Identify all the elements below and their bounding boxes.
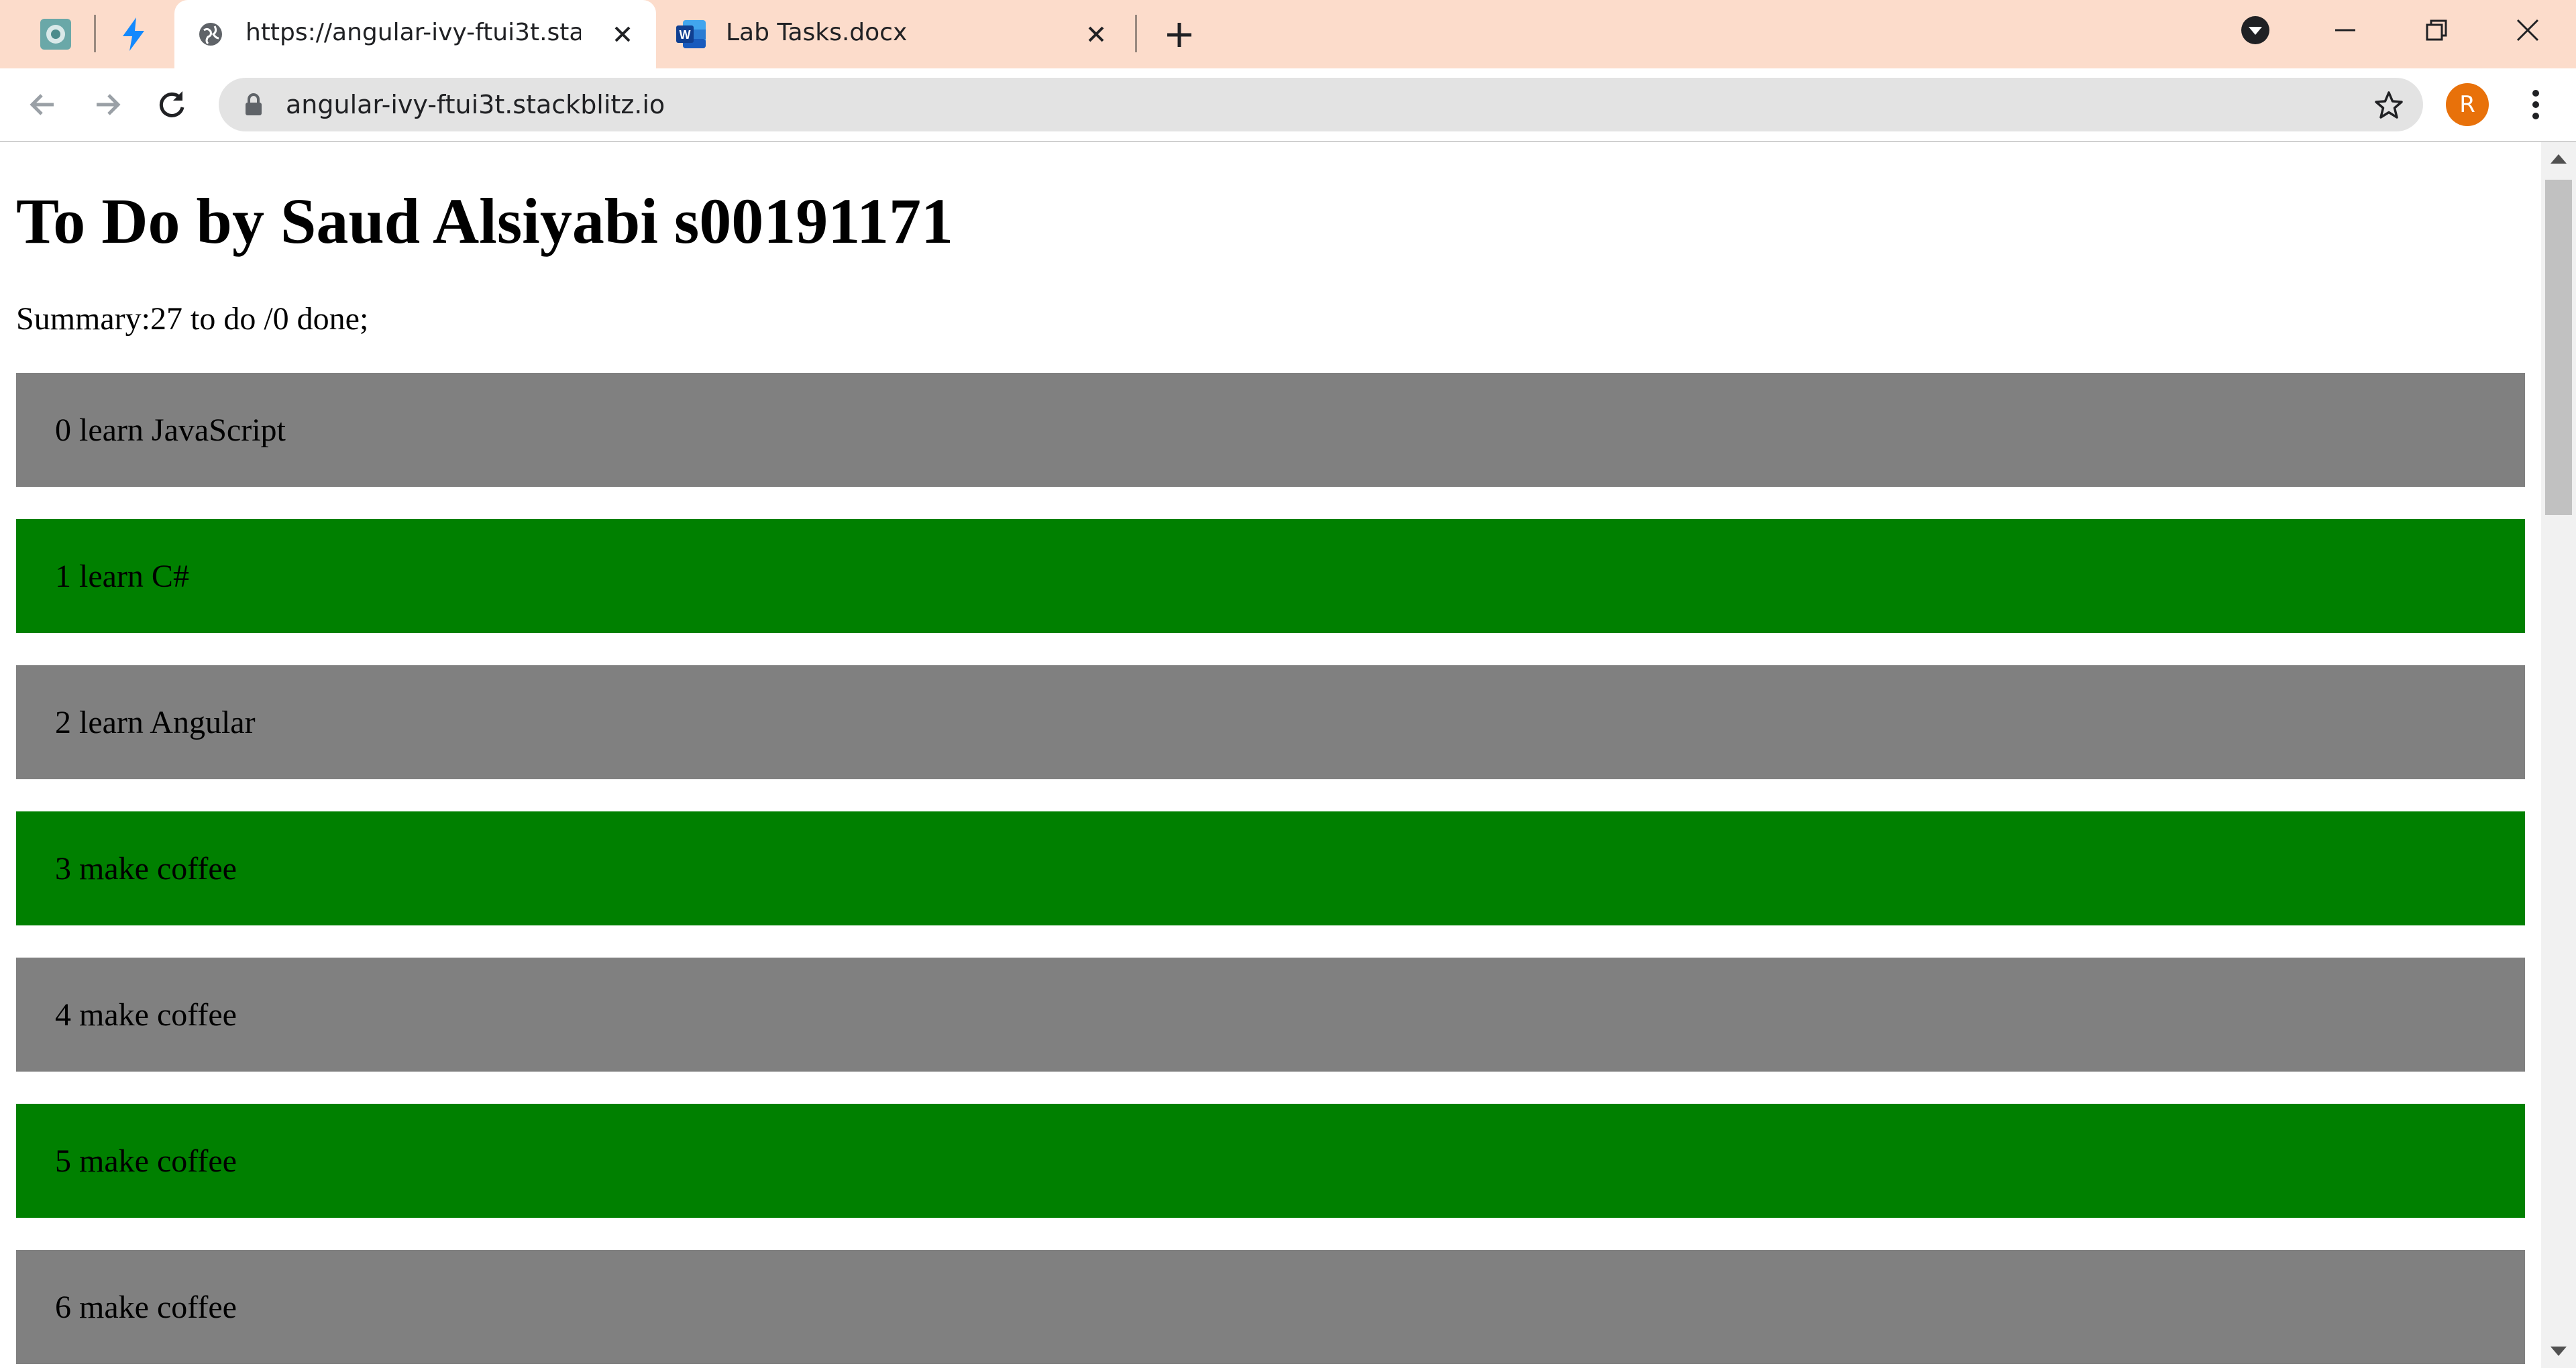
stackblitz-bolt-icon: [123, 17, 144, 51]
plus-icon: [1167, 23, 1191, 47]
tab-separator: [1135, 15, 1137, 52]
minimize-icon: [2335, 29, 2355, 32]
scroll-down-arrow-icon[interactable]: [2551, 1347, 2567, 1356]
svg-text:W: W: [680, 28, 691, 42]
tab-title: https://angular-ivy-ftui3t.stackblitz.io: [246, 19, 581, 46]
todo-item[interactable]: 6 make coffee: [16, 1250, 2525, 1364]
close-window-button[interactable]: [2482, 0, 2573, 60]
restore-button[interactable]: [2391, 0, 2482, 60]
profile-avatar[interactable]: R: [2446, 83, 2489, 126]
tab-search-button[interactable]: [2211, 0, 2300, 60]
page-title: To Do by Saud Alsiyabi s00191171: [16, 185, 953, 257]
close-icon: [614, 26, 631, 42]
lock-icon: [246, 93, 262, 115]
new-tab-button[interactable]: [1161, 16, 1198, 54]
todo-item[interactable]: 5 make coffee: [16, 1104, 2525, 1218]
url-text: angular-ivy-ftui3t.stackblitz.io: [286, 90, 665, 119]
todo-item[interactable]: 3 make coffee: [16, 811, 2525, 925]
tab-separator: [94, 15, 96, 52]
tab-close-button[interactable]: [1083, 21, 1110, 48]
scrollbar-thumb[interactable]: [2545, 180, 2572, 515]
minimize-button[interactable]: [2300, 0, 2391, 60]
todo-item[interactable]: 1 learn C#: [16, 519, 2525, 633]
close-icon: [1088, 26, 1104, 42]
todo-list: 0 learn JavaScript 1 learn C# 2 learn An…: [16, 373, 2525, 1368]
page-scrollbar[interactable]: [2541, 142, 2576, 1368]
tab-lab-tasks[interactable]: W Lab Tasks.docx: [664, 0, 1134, 68]
pinned-tab-app[interactable]: [23, 0, 89, 68]
todo-item[interactable]: 4 make coffee: [16, 958, 2525, 1072]
arrow-left-icon: [30, 94, 54, 115]
tab-title: Lab Tasks.docx: [726, 19, 908, 46]
word-doc-icon: W: [676, 20, 706, 48]
todo-summary: Summary:27 to do /0 done;: [16, 301, 369, 337]
forward-button[interactable]: [86, 83, 129, 126]
globe-icon: [199, 23, 222, 46]
app-favicon-icon: [40, 19, 71, 50]
address-bar[interactable]: angular-ivy-ftui3t.stackblitz.io: [219, 78, 2423, 131]
bookmark-star-icon[interactable]: [2373, 90, 2404, 121]
todo-item[interactable]: 2 learn Angular: [16, 665, 2525, 779]
pinned-tab-stackblitz[interactable]: [101, 0, 166, 68]
tab-stackblitz-app[interactable]: https://angular-ivy-ftui3t.stackblitz.io: [174, 0, 656, 68]
tab-close-button[interactable]: [609, 21, 636, 48]
reload-button[interactable]: [150, 83, 193, 126]
restore-icon: [2426, 19, 2447, 41]
todo-item[interactable]: 0 learn JavaScript: [16, 373, 2525, 487]
browser-menu-button[interactable]: [2514, 83, 2557, 126]
tab-strip: https://angular-ivy-ftui3t.stackblitz.io…: [0, 0, 2576, 68]
close-icon: [2516, 19, 2539, 42]
back-button[interactable]: [21, 83, 64, 126]
browser-toolbar: angular-ivy-ftui3t.stackblitz.io R: [0, 68, 2576, 142]
chevron-down-icon: [2241, 16, 2269, 44]
arrow-right-icon: [97, 94, 121, 115]
reload-icon: [159, 91, 184, 117]
page-viewport: To Do by Saud Alsiyabi s00191171 Summary…: [0, 142, 2541, 1368]
more-vertical-icon: [2532, 90, 2539, 119]
scroll-up-arrow-icon[interactable]: [2551, 154, 2567, 164]
